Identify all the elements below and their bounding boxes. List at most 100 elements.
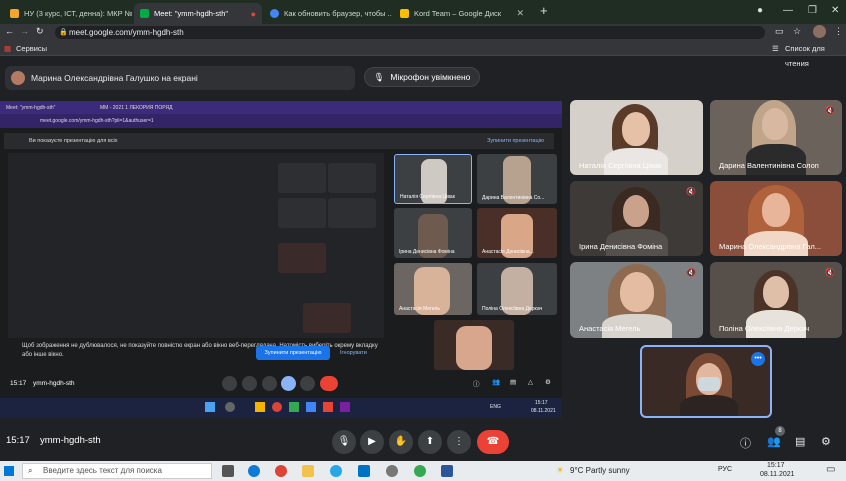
- mask-shape: [698, 377, 720, 391]
- mini-person: [456, 326, 492, 370]
- close-window-icon[interactable]: ✕: [831, 5, 839, 16]
- participant-tile-5[interactable]: 🔇 Анастасія Мегель: [570, 262, 703, 338]
- participant-tile-2[interactable]: 🔇 Дарина Валентинівна Солоп: [710, 100, 842, 175]
- mic-off-icon: 🔇: [825, 106, 835, 115]
- reload-icon[interactable]: ↻: [36, 26, 44, 37]
- search-icon: ⌕: [28, 466, 33, 475]
- shared-app-icon: [340, 402, 350, 412]
- avatar[interactable]: [813, 25, 826, 38]
- mini-tile: Анастасія Денисівна...: [477, 208, 557, 258]
- shared-notice-bar: Ви показуєте презентацію для всіх Зупини…: [4, 133, 554, 149]
- browser-tab-3[interactable]: Как обновить браузер, чтобы ... ✕: [264, 3, 392, 24]
- participant-tile-6[interactable]: 🔇 Поліна Олексіївна Деркач: [710, 262, 842, 338]
- url-text: meet.google.com/ymm-hgdh-sth: [69, 28, 184, 37]
- face-shape: [622, 112, 650, 146]
- people-icon[interactable]: 👥: [767, 435, 781, 448]
- file-explorer-icon[interactable]: [302, 465, 314, 477]
- recursive-tile: [303, 303, 351, 333]
- face-shape: [762, 108, 788, 140]
- shared-app-icon: [323, 402, 333, 412]
- forward-icon[interactable]: →: [20, 26, 29, 36]
- mini-tile-name: Ірина Денисівна Фоміна: [399, 249, 455, 255]
- maximize-icon[interactable]: ❐: [808, 5, 817, 16]
- menu-kebab-icon[interactable]: ⋮: [834, 26, 843, 37]
- recursive-tile: [278, 198, 326, 228]
- browser-tab-1[interactable]: НУ (3 курс, ІСТ, денна): МКР № ✕: [4, 3, 132, 24]
- recursive-tile: [278, 243, 326, 273]
- face-shape: [620, 272, 654, 312]
- mini-tile: Дарина Валентинівна Со...: [477, 154, 557, 204]
- cast-icon[interactable]: ▭: [775, 26, 784, 37]
- apps-grid-icon[interactable]: ▦: [4, 41, 11, 56]
- settings-icon[interactable]: [386, 465, 398, 477]
- google-favicon-icon: [270, 9, 279, 18]
- activities-icon[interactable]: ⚙: [821, 435, 831, 448]
- mini-tile: Наталія Сергіївна Цівак: [394, 154, 472, 204]
- mic-status-pill: 🎙 Мікрофон увімкнено: [364, 67, 480, 87]
- weather-text: 9°C Partly sunny: [570, 466, 630, 475]
- drive-favicon-icon: [400, 9, 409, 18]
- screen: НУ (3 курс, ІСТ, денна): МКР № ✕ Meet: "…: [0, 0, 846, 481]
- more-options-icon[interactable]: •••: [751, 352, 765, 366]
- participant-name: Наталія Сергіївна Цівак: [579, 161, 662, 170]
- shared-start-icon: [205, 402, 215, 412]
- participant-name: Марина Олександрівна Гал...: [719, 242, 822, 251]
- chrome-icon[interactable]: [275, 465, 287, 477]
- word-icon[interactable]: [441, 465, 453, 477]
- shared-tab-2: MM - 2021 1 ЛЕКОРИЯ ПОРЯД: [100, 105, 173, 111]
- windows-start-icon[interactable]: [4, 466, 14, 476]
- notifications-icon[interactable]: ▭: [826, 464, 835, 475]
- moodle-favicon-icon: [10, 9, 19, 18]
- mini-tile-name: Анастасія Мегель: [399, 306, 440, 312]
- present-button[interactable]: ⬆: [418, 430, 442, 454]
- mic-off-icon: 🔇: [686, 187, 696, 196]
- minimize-icon[interactable]: —: [783, 5, 793, 16]
- recursive-tile: [328, 198, 376, 228]
- shared-info-icon: ⓘ: [473, 381, 480, 388]
- presenter-banner: Марина Олександрівна Галушко на екрані: [5, 66, 355, 90]
- shared-stop-button: Зупинити презентацію: [256, 346, 330, 360]
- mic-button[interactable]: 🎙: [332, 430, 356, 454]
- address-bar: ← → ↻ 🔒 meet.google.com/ymm-hgdh-sth ▭ ☆…: [0, 24, 846, 41]
- close-tab-icon[interactable]: ✕: [512, 8, 524, 19]
- end-call-button[interactable]: ☎: [477, 430, 509, 454]
- reading-list-icon[interactable]: ☰: [772, 41, 779, 56]
- shared-screen: Meet: "ymm-hgdh-sth" MM - 2021 1 ЛЕКОРИЯ…: [0, 101, 562, 418]
- browser-tab-4[interactable]: Kord Team – Google Диск ✕: [394, 3, 530, 24]
- profile-dot-icon[interactable]: ●: [757, 5, 763, 16]
- reading-list-link[interactable]: Список для чтения: [785, 41, 846, 71]
- mini-tile: Поліна Олексіївна Деркач: [477, 263, 557, 315]
- bookmark-star-icon[interactable]: ☆: [793, 26, 801, 37]
- camera-button[interactable]: ▶: [360, 430, 384, 454]
- chat-icon[interactable]: ▤: [795, 435, 805, 448]
- shared-win-taskbar: ENG 15:17 08.11.2021: [0, 398, 562, 418]
- microphone-icon: 🎙: [373, 71, 385, 82]
- mic-off-icon: 🔇: [825, 268, 835, 277]
- url-field[interactable]: 🔒 meet.google.com/ymm-hgdh-sth: [55, 26, 765, 39]
- chrome-alt-icon[interactable]: [414, 465, 426, 477]
- mail-icon[interactable]: [358, 465, 370, 477]
- participant-tile-4[interactable]: Марина Олександрівна Гал...: [710, 181, 842, 256]
- browser-tab-2[interactable]: Meet: "ymm-hgdh-sth" ●: [134, 3, 262, 24]
- telegram-icon[interactable]: [330, 465, 342, 477]
- shared-chat-icon: ▤: [510, 379, 517, 386]
- mini-tile: Анастасія Мегель: [394, 263, 472, 315]
- bookmark-services[interactable]: Сервисы: [16, 41, 47, 56]
- mic-status-text: Мікрофон увімкнено: [390, 72, 471, 82]
- shared-search-icon: [225, 402, 235, 412]
- windows-search-box[interactable]: ⌕ Введите здесь текст для поиска: [22, 463, 212, 479]
- edge-icon[interactable]: [248, 465, 260, 477]
- shared-time: 15:17: [10, 380, 27, 387]
- participant-name: Ірина Денисівна Фоміна: [579, 242, 663, 251]
- participant-tile-3[interactable]: 🔇 Ірина Денисівна Фоміна: [570, 181, 703, 256]
- back-icon[interactable]: ←: [5, 26, 14, 36]
- task-view-icon[interactable]: [222, 465, 234, 477]
- tray-time: 15:17: [767, 462, 785, 469]
- tab-label: Kord Team – Google Диск: [414, 9, 502, 18]
- info-icon[interactable]: ⓘ: [740, 435, 751, 451]
- participant-tile-1[interactable]: Наталія Сергіївна Цівак: [570, 100, 703, 175]
- new-tab-button[interactable]: +: [540, 3, 548, 18]
- more-options-button[interactable]: ⋮: [447, 430, 471, 454]
- raise-hand-button[interactable]: ✋: [389, 430, 413, 454]
- self-view-tile[interactable]: •••: [640, 345, 772, 418]
